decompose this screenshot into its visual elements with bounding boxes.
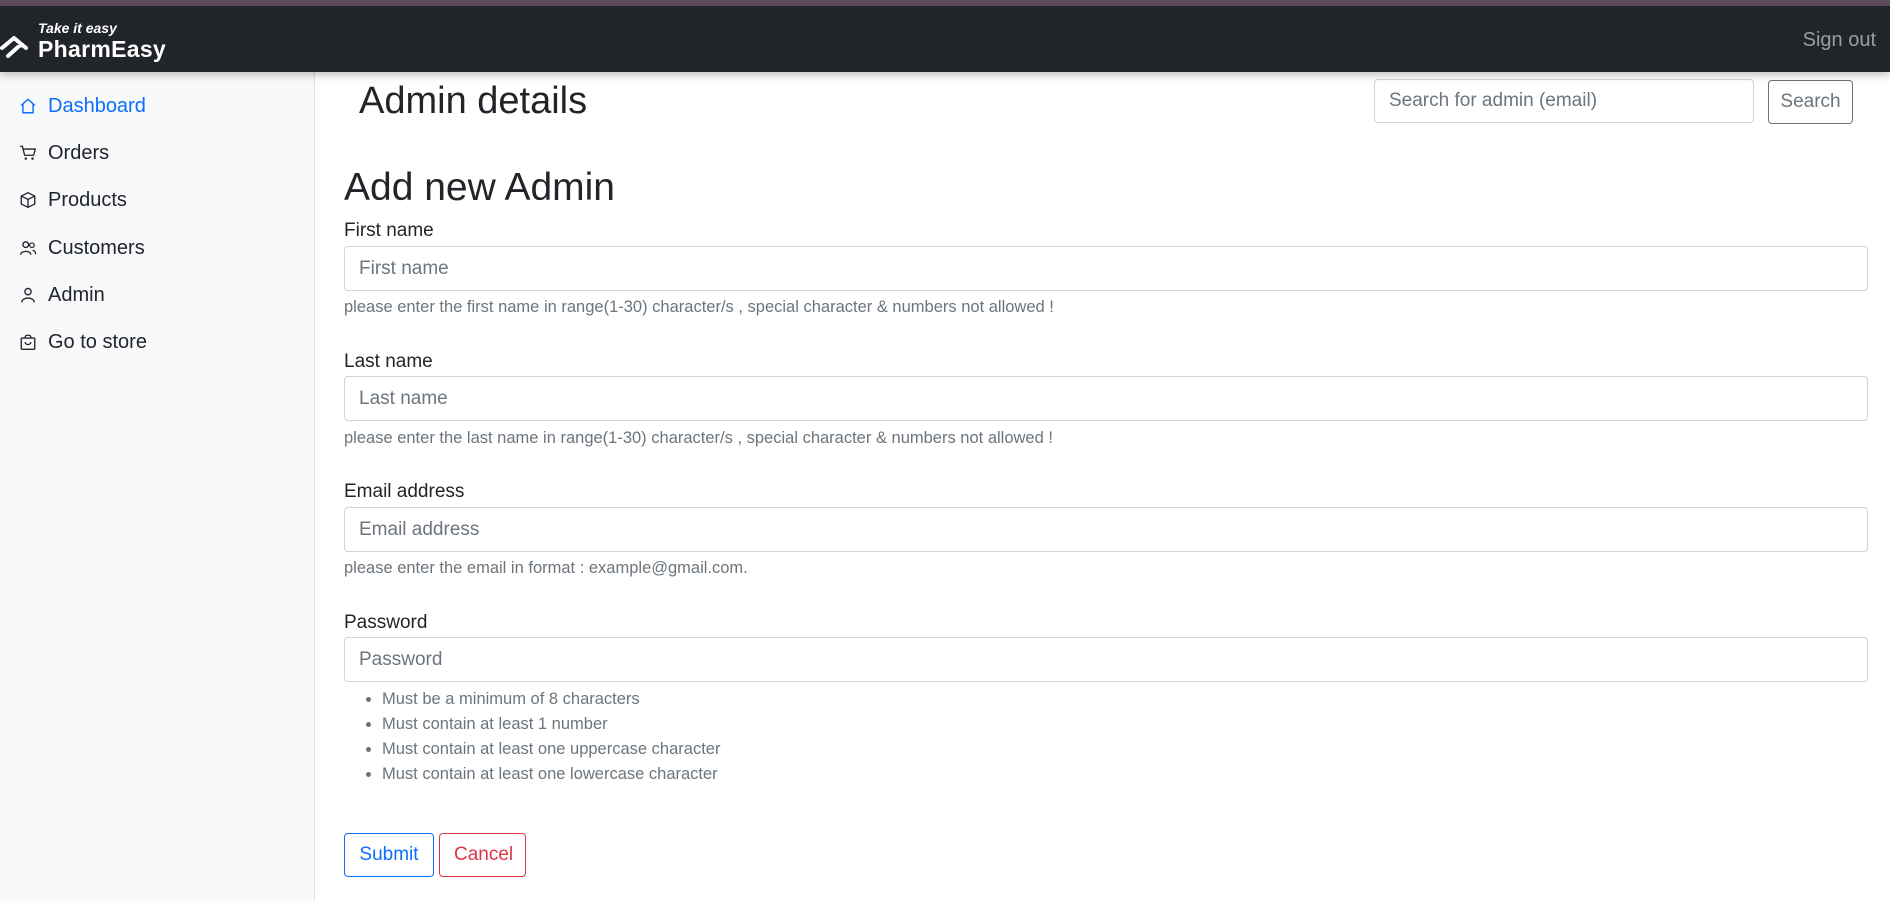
brand-name: PharmEasy [38, 36, 166, 62]
last-name-help: please enter the last name in range(1-30… [344, 429, 1053, 447]
password-rule: Must contain at least 1 number [382, 712, 720, 737]
brand-tagline: Take it easy [38, 20, 117, 36]
email-label: Email address [344, 481, 465, 502]
first-name-help: please enter the first name in range(1-3… [344, 298, 1054, 316]
top-navbar: Take it easy PharmEasy Sign out [0, 6, 1890, 72]
brand-logo[interactable]: Take it easy PharmEasy [0, 14, 190, 66]
page-title: Admin details [359, 80, 588, 122]
form-heading: Add new Admin [344, 166, 616, 209]
password-rule: Must be a minimum of 8 characters [382, 687, 720, 712]
search-button[interactable]: Search [1768, 80, 1853, 124]
people-icon [18, 238, 38, 258]
box-icon [18, 190, 38, 210]
main-content: Admin details Search Add new Admin First… [315, 72, 1890, 901]
sidebar-item-go-to-store[interactable]: Go to store [18, 327, 147, 357]
sidebar-item-admin[interactable]: Admin [18, 280, 105, 310]
sidebar-item-label: Orders [48, 141, 110, 164]
password-rule: Must contain at least one uppercase char… [382, 737, 720, 762]
pharmeasy-logo-icon [0, 36, 28, 58]
first-name-field[interactable] [344, 246, 1868, 291]
admin-search-input[interactable] [1374, 79, 1754, 123]
sidebar-item-label: Go to store [48, 330, 147, 353]
sidebar-item-orders[interactable]: Orders [18, 138, 109, 168]
person-icon [18, 285, 38, 305]
email-field[interactable] [344, 507, 1868, 552]
sign-out-link[interactable]: Sign out [1803, 29, 1876, 52]
home-icon [18, 96, 38, 116]
sidebar-item-label: Admin [48, 283, 105, 306]
sidebar-item-products[interactable]: Products [18, 185, 127, 215]
password-rules-list: Must be a minimum of 8 characters Must c… [344, 687, 720, 787]
cart-icon [18, 143, 38, 163]
sidebar-item-dashboard[interactable]: Dashboard [18, 91, 146, 121]
last-name-label: Last name [344, 351, 433, 372]
last-name-field[interactable] [344, 376, 1868, 421]
first-name-label: First name [344, 220, 434, 241]
submit-button[interactable]: Submit [344, 833, 434, 877]
email-help: please enter the email in format : examp… [344, 559, 748, 577]
sidebar-item-label: Products [48, 188, 127, 211]
cancel-button[interactable]: Cancel [439, 833, 526, 877]
password-rule: Must contain at least one lowercase char… [382, 762, 720, 787]
bag-icon [18, 332, 38, 352]
password-label: Password [344, 612, 428, 633]
password-field[interactable] [344, 637, 1868, 682]
sidebar: Dashboard Orders Products Customers Admi… [0, 72, 315, 901]
sidebar-item-label: Dashboard [48, 94, 146, 117]
sidebar-item-customers[interactable]: Customers [18, 233, 145, 263]
sidebar-item-label: Customers [48, 236, 145, 259]
